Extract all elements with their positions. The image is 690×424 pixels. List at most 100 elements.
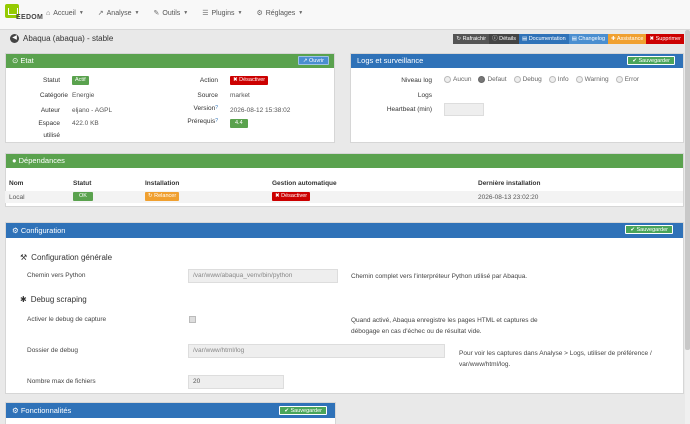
jeedom-logo[interactable]: EEDOM: [5, 4, 44, 26]
debug-scraping-title: Debug scraping: [30, 295, 87, 304]
analyse-icon: ↗: [97, 10, 104, 17]
source-value: market: [230, 92, 250, 99]
circle-icon: ●: [12, 156, 19, 165]
nav-accueil[interactable]: ⌂ Accueil ▼: [46, 9, 84, 17]
radio-defaut[interactable]: Defaut: [478, 76, 507, 83]
question-icon[interactable]: ?: [215, 105, 218, 111]
debug-capture-label: Activer le debug de capture: [27, 316, 107, 323]
nav-plugins[interactable]: ☰ Plugins ▼: [202, 9, 242, 18]
radio-label: Info: [557, 76, 569, 83]
logs-save-button[interactable]: ✔ Sauvegarder: [627, 56, 675, 65]
caret-down-icon: ▼: [183, 10, 189, 16]
documentation-button[interactable]: ▤ Documentation: [518, 34, 569, 44]
scrollbar-thumb[interactable]: [685, 30, 690, 350]
top-navbar: EEDOM ⌂ Accueil ▼ ↗ Analyse ▼ ✎ Outils ▼ ☰ Plug…: [0, 0, 690, 30]
fonctionnalites-header: ⚙ Fonctionnalités ✔ Sauvegarder: [6, 403, 335, 418]
statut-label: Statut: [43, 77, 60, 84]
open-button[interactable]: ↗ Ouvrir: [297, 56, 329, 65]
open-label: Ouvrir: [309, 58, 324, 64]
page-header: ◀ Abaqua (abaqua) - stable: [10, 34, 113, 43]
nav-label: Accueil: [53, 9, 76, 17]
config-generale-title: Configuration générale: [31, 253, 113, 262]
col-gestion: Gestion automatique: [272, 180, 337, 187]
changelog-label: Changelog: [578, 36, 606, 42]
radio-error[interactable]: Error: [615, 76, 639, 83]
question-icon[interactable]: ?: [215, 118, 218, 124]
desactiver-button[interactable]: ✖ Désactiver: [230, 76, 269, 85]
caret-down-icon: ▼: [78, 10, 84, 16]
debug-dir-input[interactable]: /var/www/html/log: [188, 344, 445, 358]
espace-label-2: utilisé: [43, 132, 60, 139]
auteur-label: Auteur: [40, 107, 60, 114]
radio-aucun[interactable]: Aucun: [444, 76, 471, 83]
col-derniere: Dernière installation: [478, 180, 541, 187]
desactiver-label: Désactiver: [239, 77, 266, 83]
version-value: 2026-08-12 15:38:02: [230, 107, 291, 114]
dep-statut-badge: OK: [73, 192, 93, 201]
radio-label: Aucun: [453, 76, 472, 83]
config-save-button[interactable]: ✔ Sauvegarder: [625, 225, 673, 234]
fonctionnalites-save-button[interactable]: ✔ Sauvegarder: [279, 406, 327, 415]
radio-warning[interactable]: Warning: [575, 76, 609, 83]
prerequis-badge: 4.4: [230, 119, 248, 128]
logs-header: Logs et surveillance ✔ Sauvegarder: [351, 54, 683, 68]
python-path-input[interactable]: /var/www/abaqua_venv/bin/python: [188, 269, 338, 283]
configuration-title: Configuration: [20, 226, 66, 235]
max-files-input[interactable]: 20: [188, 375, 284, 389]
delete-label: Supprimer: [655, 36, 681, 42]
relancer-button[interactable]: ↻ Relancer: [145, 192, 180, 201]
heartbeat-label: Heartbeat (min): [386, 106, 432, 113]
gear-icon: ⚙: [256, 10, 263, 17]
espace-label: Espace: [38, 120, 60, 127]
nav-label: Réglages: [265, 9, 296, 17]
python-path-label: Chemin vers Python: [27, 272, 86, 279]
dep-nom: Local: [9, 194, 25, 201]
back-arrow-icon[interactable]: ◀: [10, 34, 19, 43]
changelog-button[interactable]: ▤ Changelog: [568, 34, 609, 44]
heartbeat-input[interactable]: [444, 103, 484, 116]
configuration-header: ⚙ Configuration ✔ Sauvegarder: [6, 223, 683, 238]
debug-capture-help-2: débogage en cas d'échec ou de résultat v…: [351, 328, 482, 335]
nav-analyse[interactable]: ↗ Analyse ▼: [97, 9, 140, 18]
radio-label: Debug: [522, 76, 542, 83]
nav-label: Plugins: [211, 9, 235, 17]
gestion-desactiver-label: Désactiver: [281, 193, 308, 199]
nav-reglages[interactable]: ⚙ Réglages ▼: [256, 9, 303, 18]
nav-label: Outils: [162, 9, 181, 17]
caret-down-icon: ▼: [134, 10, 140, 16]
radio-info[interactable]: Info: [548, 76, 569, 83]
details-label: Détails: [499, 36, 516, 42]
log-level-radios: Aucun Defaut Debug Info Warning Error: [444, 76, 646, 83]
nav-outils[interactable]: ✎ Outils ▼: [153, 9, 189, 18]
debug-dir-label: Dossier de debug: [27, 347, 78, 354]
delete-button[interactable]: ✖ Supprimer: [646, 34, 684, 44]
details-button[interactable]: ⓘ Détails: [489, 34, 519, 44]
main-nav: ⌂ Accueil ▼ ↗ Analyse ▼ ✎ Outils ▼ ☰ Plugins ▼ ⚙…: [46, 9, 317, 18]
debug-dir-help-2: var/www/html/log.: [459, 361, 511, 368]
logo-text: EEDOM: [16, 14, 44, 21]
debug-dir-help-1: Pour voir les captures dans Analyse > Lo…: [459, 350, 652, 357]
nav-label: Analyse: [106, 9, 132, 17]
configuration-panel: ⚙ Configuration ✔ Sauvegarder: [5, 222, 684, 394]
action-label: Action: [199, 77, 218, 84]
table-row: [5, 191, 683, 203]
assistance-button[interactable]: ✚ Assistance: [608, 34, 647, 44]
categorie-value: Energie: [72, 92, 95, 99]
fonctionnalites-panel: ⚙ Fonctionnalités ✔ Sauvegarder: [5, 402, 336, 424]
refresh-button[interactable]: ↻ Rafraichir: [453, 34, 490, 44]
espace-value: 422.0 KB: [72, 120, 99, 127]
book-icon: ▤: [521, 36, 529, 42]
cogs-icon: ⚙: [12, 226, 21, 235]
plugin-toolbar: ↻ Rafraichir ⓘ Détails ▤ Documentation ▤…: [453, 34, 684, 44]
cogs-icon: ⚙: [12, 406, 21, 415]
refresh-label: Rafraichir: [462, 36, 487, 42]
debug-capture-checkbox[interactable]: [189, 316, 196, 323]
radio-debug[interactable]: Debug: [513, 76, 542, 83]
radio-label: Warning: [584, 76, 609, 83]
logs-save-label: Sauvegarder: [638, 58, 671, 64]
col-installation: Installation: [145, 180, 180, 187]
fonctionnalites-save-label: Sauvegarder: [290, 408, 323, 414]
wrench-icon: ✎: [153, 10, 160, 17]
gestion-desactiver-button[interactable]: ✖ Désactiver: [272, 192, 311, 201]
auteur-value: eljano - AGPL: [72, 107, 113, 114]
